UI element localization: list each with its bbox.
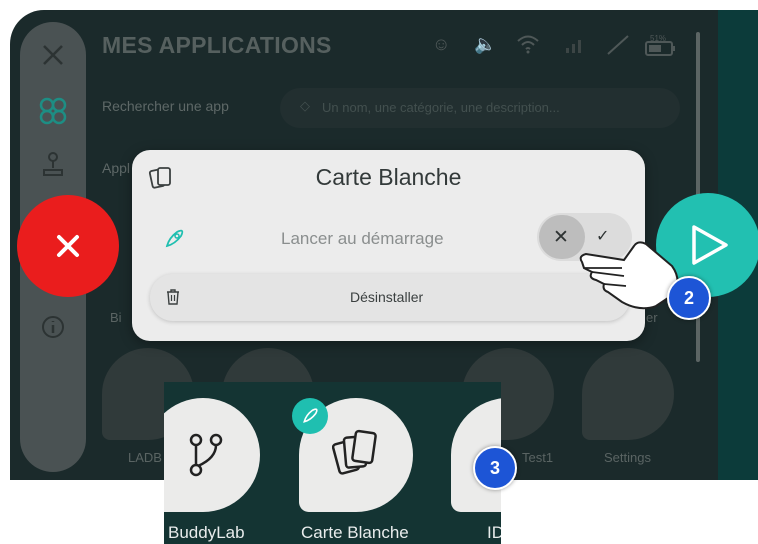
apps-icon[interactable] bbox=[20, 96, 86, 132]
step-badge-2: 2 bbox=[667, 276, 711, 320]
rocket-icon bbox=[303, 408, 318, 423]
wifi-icon bbox=[516, 34, 540, 59]
app-label-carte-blanche: Carte Blanche bbox=[301, 523, 409, 542]
signal-icon bbox=[564, 34, 586, 59]
app-label-id: ID bbox=[487, 523, 501, 542]
launch-at-startup-label: Lancer au démarrage bbox=[281, 229, 444, 248]
app-label-ladb: LADB bbox=[128, 450, 162, 465]
rocket-icon bbox=[163, 228, 185, 255]
app-label-buddylab: BuddyLab bbox=[168, 523, 245, 542]
battery-text: 51% bbox=[650, 34, 667, 43]
cards-icon bbox=[332, 429, 377, 475]
robot-face-icon: ☺ bbox=[432, 34, 451, 54]
close-icon[interactable] bbox=[20, 42, 86, 74]
app-label-settings: Settings bbox=[604, 450, 651, 465]
close-icon bbox=[57, 235, 79, 257]
zoomed-app-grid: BuddyLab Carte Blanche ID bbox=[164, 382, 501, 544]
branch-icon bbox=[189, 433, 223, 477]
step-badge-3: 3 bbox=[473, 446, 517, 490]
no-sim-icon bbox=[606, 34, 630, 61]
app-tile-settings[interactable] bbox=[582, 348, 674, 440]
dialog-title: Carte Blanche bbox=[315, 164, 462, 190]
stage: MES APPLICATIONS ☺ 🔈 51% Rechercher une … bbox=[0, 0, 758, 544]
app-label-test1: Test1 bbox=[522, 450, 554, 465]
search-label: Rechercher une app bbox=[102, 98, 229, 114]
search-icon: ◇ bbox=[300, 98, 310, 113]
app-label-partial: er bbox=[646, 310, 658, 325]
app-label-partial: Bi bbox=[110, 310, 122, 325]
trash-icon bbox=[166, 289, 180, 310]
toggle-off-icon: ✕ bbox=[553, 227, 569, 248]
info-icon[interactable] bbox=[20, 314, 86, 346]
uninstall-label: Désinstaller bbox=[350, 289, 424, 305]
search-placeholder: Un nom, une catégorie, une description..… bbox=[322, 100, 560, 115]
volume-icon: 🔈 bbox=[474, 34, 497, 54]
page-title: MES APPLICATIONS bbox=[102, 32, 332, 58]
